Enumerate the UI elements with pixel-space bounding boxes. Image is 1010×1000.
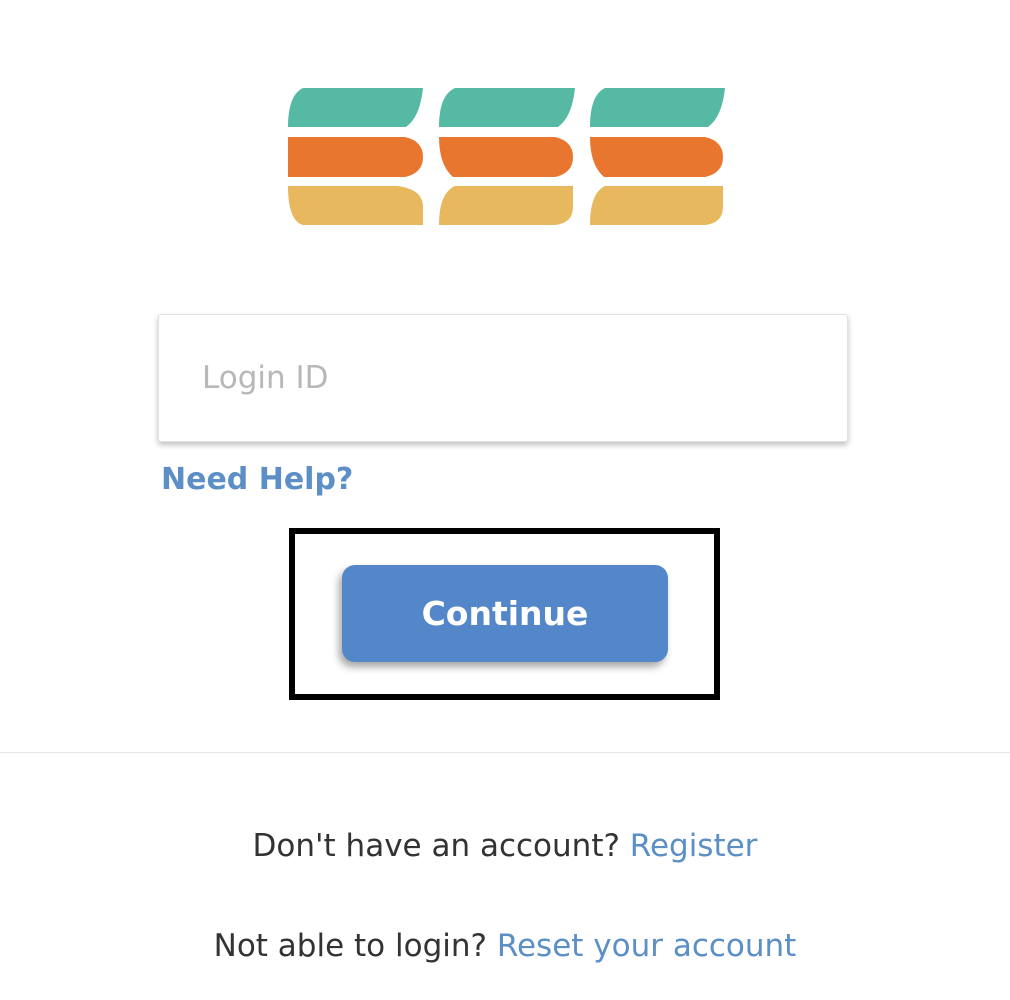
register-prompt-line: Don't have an account? Register bbox=[0, 828, 1010, 864]
reset-prompt-text: Not able to login? bbox=[213, 928, 497, 964]
register-link[interactable]: Register bbox=[630, 828, 758, 864]
continue-button[interactable]: Continue bbox=[342, 565, 668, 662]
divider bbox=[0, 752, 1010, 753]
login-page: Need Help? Continue Don't have an accoun… bbox=[0, 0, 1010, 1000]
ess-logo-icon bbox=[288, 88, 725, 225]
need-help-link[interactable]: Need Help? bbox=[161, 462, 353, 497]
login-id-field[interactable] bbox=[158, 314, 848, 442]
reset-prompt-line: Not able to login? Reset your account bbox=[0, 928, 1010, 964]
register-prompt-text: Don't have an account? bbox=[252, 828, 630, 864]
ess-logo bbox=[285, 85, 727, 225]
reset-account-link[interactable]: Reset your account bbox=[497, 928, 797, 964]
login-id-input[interactable] bbox=[159, 315, 847, 441]
